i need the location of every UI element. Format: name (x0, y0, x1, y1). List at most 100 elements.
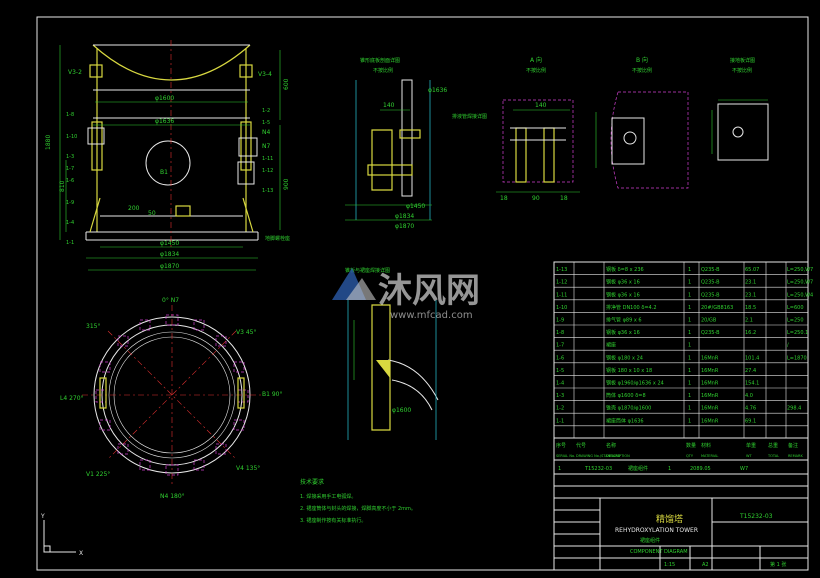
plan-label-v2: 315° (86, 323, 100, 330)
bom-cell-mat: 16MnR (701, 418, 719, 424)
nozzle-label: N7 (262, 143, 270, 150)
dim-d1636: φ1636 (155, 118, 174, 125)
bom-cell-wt: 101.4 (745, 355, 759, 361)
bom-cell-name: 钢板 φ36 x 16 (606, 329, 640, 336)
nozzle-label: 1-10 (66, 134, 77, 140)
cad-drawing-canvas[interactable]: φ1600 φ1636 φ1450 φ1834 φ1870 1880 600 9… (0, 0, 820, 578)
bom-cell-no: 1-7 (556, 343, 564, 349)
bom-cell-qty: 1 (688, 343, 691, 349)
bom-header-cell: 单重 (746, 442, 756, 449)
plan-label-n4: N4 180° (160, 493, 185, 500)
dim-h1880: 1880 (45, 135, 52, 150)
nozzle-label: 1-9 (66, 200, 74, 206)
bom-cell-wt: 23.1 (745, 292, 756, 298)
section-detail (345, 79, 432, 221)
dim-w50: 50 (148, 210, 156, 217)
plan-label-l4: L4 270° (60, 395, 84, 402)
notes-item: 2. 裙座筒体与封头的焊接，焊脚高度不小于 2mm。 (300, 505, 416, 512)
bom-cell-wt: 4.76 (745, 406, 756, 412)
anchor-label: 地脚螺栓座 (265, 235, 290, 242)
dim-w140: 140 (535, 102, 547, 109)
scale: 1:15 (664, 562, 675, 568)
nozzle-label: 1-5 (262, 120, 270, 126)
bom-header-cell: 代号 (576, 442, 586, 449)
scale-note: 不按比例 (373, 67, 393, 74)
nozzle-label: B1 (160, 169, 168, 176)
dim-w140: 140 (383, 102, 395, 109)
bom-cell-name: 钢板 φ180 x 24 (606, 354, 643, 361)
bom-cell-mat: 16MnR (701, 381, 719, 387)
sheet-number: 第 1 张 (770, 561, 786, 568)
bom-header-en-cell: SERIAL No. (556, 454, 575, 458)
bom-table: 1-13 钢板 δ=8 x 236 1 Q235-B 65.07 L=250,W71-12… (553, 261, 813, 472)
bom-cell-mat: Q235-B (701, 267, 720, 273)
bom-cell-no: 1-6 (556, 355, 564, 361)
view-a (496, 99, 580, 193)
bom-cell-note: L=250,W7 (787, 267, 813, 273)
assy-cell-total: W7 (740, 466, 748, 472)
nozzle-label: 1-6 (66, 178, 74, 184)
bom-cell-qty: 1 (688, 267, 691, 273)
bom-cell-note: L=250.1 (787, 330, 808, 336)
bom-cell-qty: 1 (688, 381, 691, 387)
bom-cell-no: 1-10 (556, 305, 567, 311)
drawing-number: T15232-03 (739, 513, 773, 520)
bom-cell-no: 1-12 (556, 280, 567, 286)
dim-d1450: φ1450 (406, 203, 425, 210)
bom-cell-wt: 18.5 (745, 305, 756, 311)
bom-cell-mat: 16MnR (701, 368, 719, 374)
bom-cell-qty: 1 (688, 318, 691, 324)
assy-cell-no: 1 (558, 466, 561, 472)
title-cn: 精馏塔 (656, 513, 683, 525)
bom-header-cell: 材料 (701, 442, 711, 449)
bom-cell-no: 1-9 (556, 318, 564, 324)
bom-cell-mat: 20#/GB8163 (701, 305, 733, 311)
bom-cell-mat: Q235-B (701, 330, 720, 336)
bom-header-en-cell: TOTAL (767, 454, 779, 458)
bom-cell-note: L=250,W7 (787, 280, 813, 286)
nozzle-label: 1-3 (66, 154, 74, 160)
bom-cell-note: L=1870 (787, 355, 807, 361)
bom-cell-mat: 16MnR (701, 406, 719, 412)
nozzle-label: V3-2 (68, 69, 82, 76)
bom-cell-name: 钢板 180 x 10 x 18 (606, 367, 652, 374)
bom-cell-no: 1-4 (556, 381, 564, 387)
dim-w200: 200 (128, 205, 140, 212)
bom-header-en-cell: REMARK (788, 454, 803, 458)
bom-cell-note: / (787, 343, 789, 349)
bom-cell-no: 1-11 (556, 292, 567, 298)
dim-h900: 900 (283, 178, 290, 190)
dim-d1870: φ1870 (395, 223, 414, 230)
bom-cell-qty: 1 (688, 393, 691, 399)
bom-header-cell: 总重 (768, 442, 778, 449)
view-c (711, 99, 769, 161)
watermark-text: 沐风网 (378, 271, 480, 311)
dim-d1834: φ1834 (160, 251, 179, 258)
bom-cell-note: L=250 (787, 318, 804, 324)
bom-cell-qty: 1 (688, 355, 691, 361)
weld-detail (347, 300, 439, 440)
view-b-title: B 向 (636, 56, 648, 64)
title-en: REHYDROXYLATION TOWER (615, 527, 698, 534)
dim-d1870: φ1870 (160, 263, 179, 270)
nozzle-label: 1-8 (66, 112, 74, 118)
notes-title: 技术要求 (300, 478, 324, 486)
bom-header-cell: 数量 (686, 442, 696, 449)
nozzle-label: 1-7 (66, 166, 74, 172)
title-sub: 裙座组件 (640, 537, 660, 544)
plan-label-b1: B1 90° (262, 391, 282, 398)
bom-cell-name: 锥壳 φ1870/φ1600 (606, 405, 651, 412)
elevation-view (59, 40, 281, 271)
notes-item: 1. 焊接采用手工电弧焊。 (300, 493, 356, 500)
bom-cell-no: 1-5 (556, 368, 564, 374)
plan-view (82, 305, 262, 485)
bom-cell-note: L=600 (787, 305, 804, 311)
dim-h600: 600 (283, 78, 290, 90)
bom-cell-mat: Q235-B (701, 292, 720, 298)
bom-cell-no: 1-8 (556, 330, 564, 336)
bom-cell-name: 筒体 φ1600 δ=8 (606, 392, 646, 399)
bom-cell-wt: 16.2 (745, 330, 756, 336)
bom-cell-mat: 16MnR (701, 393, 719, 399)
nozzle-label: N4 (262, 129, 270, 136)
bom-cell-wt: 65.07 (745, 267, 759, 273)
